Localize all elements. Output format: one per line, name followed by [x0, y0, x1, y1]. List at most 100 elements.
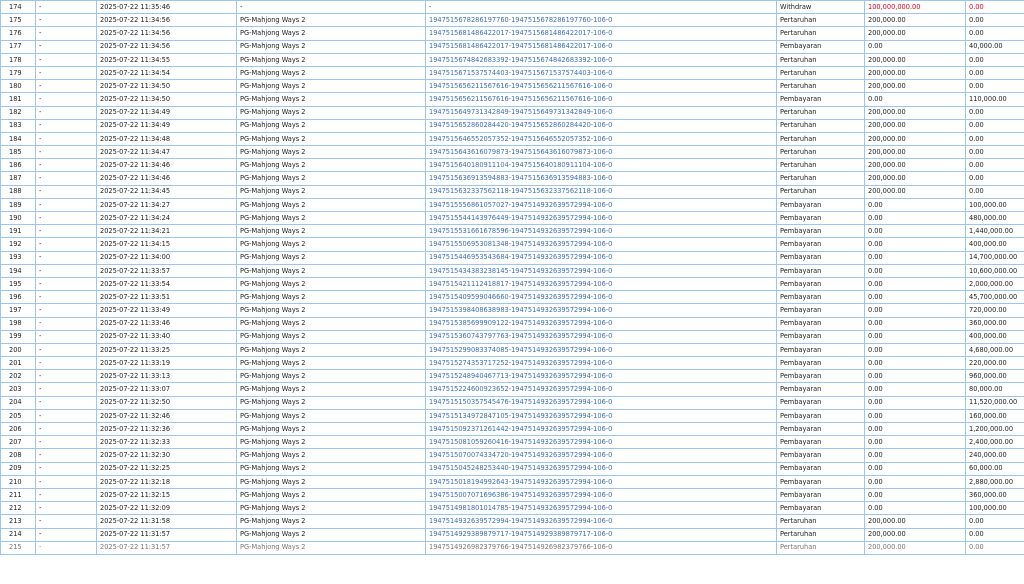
user-cell: -	[35, 316, 97, 331]
reference-link[interactable]: 1947515045248253440-1947514932639572994-…	[425, 461, 777, 476]
user-cell: -	[35, 118, 97, 133]
reference-link[interactable]: 1947515636913594883-1947515636913594883-…	[425, 171, 777, 186]
table-row: 196 - 2025-07-22 11:33:51 PG-Mahjong Way…	[0, 290, 1024, 305]
game-cell: PG-Mahjong Ways 2	[236, 145, 426, 160]
game-cell: PG-Mahjong Ways 2	[236, 52, 426, 67]
reference-link[interactable]: 1947515134972847105-1947514932639572994-…	[425, 408, 777, 424]
game-cell: PG-Mahjong Ways 2	[236, 487, 426, 503]
time-cell: 2025-07-22 11:34:45	[96, 184, 237, 199]
reference-link[interactable]: 1947515652860284420-1947515652860284420-…	[425, 118, 777, 133]
reference-link[interactable]: 1947514932639572994-1947514932639572994-…	[425, 514, 777, 529]
table-row: 189 - 2025-07-22 11:34:27 PG-Mahjong Way…	[0, 197, 1024, 213]
reference-link[interactable]: 1947515649731342849-1947515649731342849-…	[425, 105, 777, 120]
row-number-cell: 213	[0, 514, 36, 529]
reference-link[interactable]: 1947515678286197760-1947515678286197760-…	[425, 13, 777, 28]
row-number-cell: 182	[0, 105, 36, 120]
reference-link[interactable]: 1947515556861057027-1947514932639572994-…	[425, 197, 777, 213]
user-cell: -	[35, 250, 97, 265]
reference-link[interactable]: 1947515070074334720-1947514932639572994-…	[425, 448, 777, 463]
credit-cell: 45,700,000.00	[965, 290, 1024, 305]
table-row: 215 - 2025-07-22 11:31:57 PG-Mahjong Way…	[0, 540, 1024, 555]
reference-link[interactable]: 1947515506953081348-1947514932639572994-…	[425, 237, 777, 252]
time-cell: 2025-07-22 11:32:50	[96, 395, 237, 410]
reference-link[interactable]: 1947515531661678596-1947514932639572994-…	[425, 224, 777, 239]
row-number-cell: 211	[0, 487, 36, 503]
row-number-cell: 203	[0, 382, 36, 397]
row-number-cell: 191	[0, 224, 36, 239]
row-number-cell: 212	[0, 501, 36, 516]
debit-cell: 0.00	[864, 356, 966, 371]
reference-link[interactable]: 1947515632337562118-1947515632337562118-…	[425, 184, 777, 199]
reference-link[interactable]: 1947515446953543684-1947514932639572994-…	[425, 250, 777, 265]
row-number-cell: 200	[0, 342, 36, 358]
reference-link[interactable]: 1947515544143976449-1947514932639572994-…	[425, 210, 777, 226]
debit-cell: 200,000.00	[864, 527, 966, 542]
table-row: 209 - 2025-07-22 11:32:25 PG-Mahjong Way…	[0, 461, 1024, 476]
reference-link[interactable]: 1947515081059260416-1947514932639572994-…	[425, 435, 777, 450]
credit-cell: 0.00	[965, 158, 1024, 173]
reference-link[interactable]: 1947515150357545476-1947514932639572994-…	[425, 395, 777, 410]
type-cell: Pembayaran	[776, 435, 865, 450]
reference-link[interactable]: 1947515421112418817-1947514932639572994-…	[425, 276, 777, 292]
reference-link[interactable]: 1947515007071696386-1947514932639572994-…	[425, 487, 777, 503]
reference-link[interactable]: 1947515274353717252-1947514932639572994-…	[425, 356, 777, 371]
row-number-cell: 187	[0, 171, 36, 186]
credit-cell: 0.00	[965, 184, 1024, 199]
time-cell: 2025-07-22 11:34:49	[96, 118, 237, 133]
type-cell: Pembayaran	[776, 356, 865, 371]
user-cell: -	[35, 303, 97, 318]
reference-link[interactable]: 1947515656211567616-1947515656211567616-…	[425, 92, 777, 107]
type-cell: Pertaruhan	[776, 13, 865, 28]
reference-link[interactable]: 1947515656211567616-1947515656211567616-…	[425, 79, 777, 94]
time-cell: 2025-07-22 11:34:56	[96, 13, 237, 28]
debit-cell: 0.00	[864, 408, 966, 424]
reference-link[interactable]: 1947514926982379766-1947514926982379766-…	[425, 540, 777, 555]
type-cell: Pembayaran	[776, 448, 865, 463]
type-cell: Pertaruhan	[776, 26, 865, 41]
type-cell: Pembayaran	[776, 303, 865, 318]
reference-link[interactable]: 1947515224600923652-1947514932639572994-…	[425, 382, 777, 397]
game-cell: PG-Mahjong Ways 2	[236, 39, 426, 54]
type-cell: Pembayaran	[776, 369, 865, 384]
reference-link[interactable]: 1947515385699909122-1947514932639572994-…	[425, 316, 777, 331]
reference-link[interactable]: 1947514929389879717-1947514929389879717-…	[425, 527, 777, 542]
row-number-cell: 202	[0, 369, 36, 384]
credit-cell: 0.00	[965, 118, 1024, 133]
reference-link[interactable]: 1947515640180911104-1947515640180911104-…	[425, 158, 777, 173]
type-cell: Pembayaran	[776, 382, 865, 397]
reference-link[interactable]: 1947515018194992643-1947514932639572994-…	[425, 474, 777, 489]
reference-link[interactable]: 1947515646552057352-1947515646552057352-…	[425, 131, 777, 147]
reference-link[interactable]: 1947515409599046660-1947514932639572994-…	[425, 290, 777, 305]
credit-cell: 14,700,000.00	[965, 250, 1024, 265]
type-cell: Pembayaran	[776, 263, 865, 278]
reference-link[interactable]: 1947515681486422017-1947515681486422017-…	[425, 39, 777, 54]
user-cell: -	[35, 13, 97, 28]
reference-link[interactable]: 1947515299083374085-1947514932639572994-…	[425, 342, 777, 358]
reference-link[interactable]: 1947515671537574403-1947515671537574403-…	[425, 65, 777, 81]
reference-link[interactable]: 1947515398408638983-1947514932639572994-…	[425, 303, 777, 318]
game-cell: PG-Mahjong Ways 2	[236, 105, 426, 120]
reference-link[interactable]: 1947515092371261442-1947514932639572994-…	[425, 421, 777, 437]
type-cell: Pembayaran	[776, 342, 865, 358]
row-number-cell: 186	[0, 158, 36, 173]
time-cell: 2025-07-22 11:33:51	[96, 290, 237, 305]
row-number-cell: 192	[0, 237, 36, 252]
reference-link[interactable]: 1947515360743797763-1947514932639572994-…	[425, 329, 777, 344]
debit-cell: 0.00	[864, 250, 966, 265]
debit-cell: 0.00	[864, 342, 966, 358]
table-row: 183 - 2025-07-22 11:34:49 PG-Mahjong Way…	[0, 118, 1024, 133]
reference-link[interactable]: 1947515681486422017-1947515681486422017-…	[425, 26, 777, 41]
reference-link[interactable]: 1947515643616079873-1947515643616079873-…	[425, 145, 777, 160]
game-cell: PG-Mahjong Ways 2	[236, 435, 426, 450]
reference-link[interactable]: 1947515674842683392-1947515674842683392-…	[425, 52, 777, 67]
type-cell: Pembayaran	[776, 421, 865, 437]
user-cell: -	[35, 369, 97, 384]
row-number-cell: 198	[0, 316, 36, 331]
reference-link[interactable]: 1947515434383238145-1947514932639572994-…	[425, 263, 777, 278]
user-cell: -	[35, 290, 97, 305]
reference-link[interactable]: 1947514981801014785-1947514932639572994-…	[425, 501, 777, 516]
reference-link[interactable]: 1947515248940467713-1947514932639572994-…	[425, 369, 777, 384]
credit-cell: 360,000.00	[965, 316, 1024, 331]
debit-cell: 0.00	[864, 290, 966, 305]
time-cell: 2025-07-22 11:34:24	[96, 210, 237, 226]
